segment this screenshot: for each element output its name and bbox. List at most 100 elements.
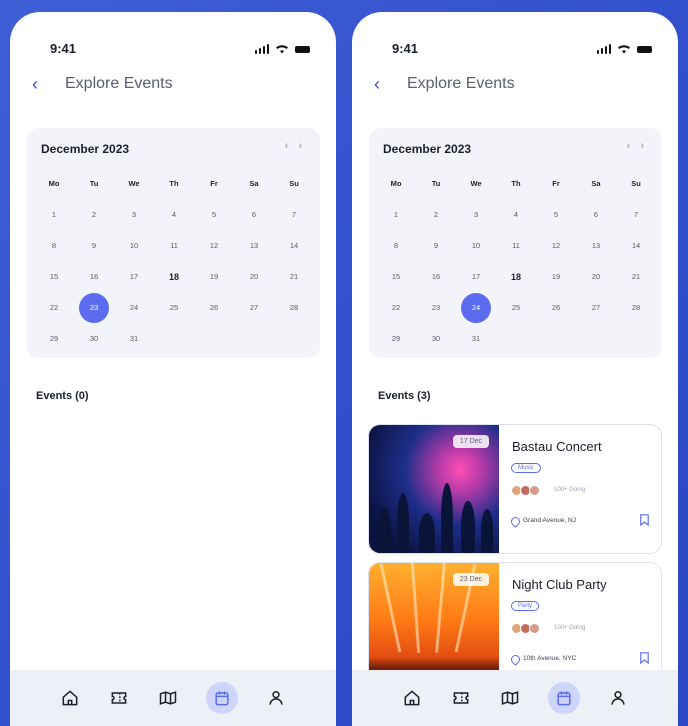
calendar-day[interactable]: 11 — [154, 230, 194, 261]
calendar-day[interactable]: 17 — [456, 261, 496, 292]
calendar-day[interactable]: 15 — [376, 261, 416, 292]
calendar-nav: ‹ › — [285, 140, 302, 152]
calendar-day[interactable]: 26 — [194, 292, 234, 323]
calendar-day[interactable]: 16 — [74, 261, 114, 292]
calendar-day[interactable]: 9 — [416, 230, 456, 261]
calendar-day[interactable]: 2 — [74, 199, 114, 230]
calendar-day[interactable]: 3 — [114, 199, 154, 230]
events-heading: Events (3) — [378, 390, 431, 402]
status-bar: 9:41 — [10, 41, 336, 59]
calendar-day[interactable]: 1 — [376, 199, 416, 230]
calendar-day[interactable]: 10 — [456, 230, 496, 261]
calendar-day[interactable]: 14 — [616, 230, 656, 261]
calendar-weekday: Th — [511, 179, 521, 188]
calendar-day[interactable]: 31 — [456, 323, 496, 354]
calendar-day[interactable]: 7 — [274, 199, 314, 230]
calendar-day-selected[interactable]: 24 — [456, 292, 496, 323]
calendar-day[interactable]: 13 — [234, 230, 274, 261]
calendar-day[interactable]: 6 — [234, 199, 274, 230]
calendar: December 2023 ‹ › Mo Tu We Th Fr Sa Su 1 2 3 4 5 6 7 8… — [369, 128, 662, 358]
calendar-day[interactable]: 6 — [576, 199, 616, 230]
calendar-day[interactable]: 20 — [576, 261, 616, 292]
calendar-day[interactable]: 30 — [74, 323, 114, 354]
calendar-day[interactable]: 27 — [576, 292, 616, 323]
event-card[interactable]: 17 Dec Bastau Concert Music 100+ Going G… — [368, 424, 662, 554]
tab-map[interactable] — [499, 687, 521, 709]
calendar-day[interactable]: 8 — [34, 230, 74, 261]
map-icon — [159, 691, 177, 705]
calendar-day[interactable]: 25 — [154, 292, 194, 323]
calendar-weekday: Tu — [431, 179, 441, 188]
phone-screen-left: 9:41 ‹ Explore Events December 2023 ‹ › … — [10, 12, 336, 726]
event-tag: Party — [511, 601, 540, 611]
calendar-day[interactable]: 12 — [536, 230, 576, 261]
tab-calendar[interactable] — [547, 682, 580, 714]
page-title: Explore Events — [407, 75, 515, 92]
calendar-day[interactable]: 20 — [234, 261, 274, 292]
next-month-icon[interactable]: › — [298, 140, 302, 152]
calendar-day[interactable]: 5 — [536, 199, 576, 230]
attendee-avatars — [511, 485, 540, 496]
tab-calendar[interactable] — [205, 682, 238, 714]
calendar-day[interactable]: 7 — [616, 199, 656, 230]
calendar-day[interactable]: 10 — [114, 230, 154, 261]
calendar-day[interactable]: 18 — [496, 261, 536, 292]
tab-home[interactable] — [401, 687, 423, 709]
calendar-day[interactable]: 26 — [536, 292, 576, 323]
tab-tickets[interactable] — [450, 687, 472, 709]
tab-home[interactable] — [59, 687, 81, 709]
calendar-day[interactable]: 14 — [274, 230, 314, 261]
calendar-day[interactable]: 16 — [416, 261, 456, 292]
calendar-day[interactable]: 1 — [34, 199, 74, 230]
calendar-day[interactable]: 5 — [194, 199, 234, 230]
back-arrow-icon[interactable]: ‹ — [32, 72, 38, 96]
calendar-day[interactable]: 19 — [194, 261, 234, 292]
calendar-day[interactable]: 15 — [34, 261, 74, 292]
calendar-day[interactable]: 17 — [114, 261, 154, 292]
tab-profile[interactable] — [265, 687, 287, 709]
prev-month-icon[interactable]: ‹ — [627, 140, 631, 152]
calendar-day[interactable]: 19 — [536, 261, 576, 292]
calendar-day[interactable]: 28 — [616, 292, 656, 323]
calendar-day[interactable]: 30 — [416, 323, 456, 354]
tab-map[interactable] — [157, 687, 179, 709]
calendar-day-selected[interactable]: 23 — [74, 292, 114, 323]
calendar-day[interactable]: 23 — [416, 292, 456, 323]
event-image: 17 Dec — [369, 425, 499, 553]
calendar-day[interactable]: 28 — [274, 292, 314, 323]
calendar-day[interactable]: 11 — [496, 230, 536, 261]
calendar-day[interactable]: 24 — [114, 292, 154, 323]
calendar-grid: Mo Tu We Th Fr Sa Su 1 2 3 4 5 6 7 8 9 10 11 12 13 14 15 16 17 1… — [34, 168, 314, 354]
bookmark-icon[interactable] — [640, 652, 649, 664]
calendar-day[interactable]: 13 — [576, 230, 616, 261]
calendar-day[interactable]: 22 — [34, 292, 74, 323]
phone-screen-right: 9:41 ‹ Explore Events December 2023 ‹ › … — [352, 12, 678, 726]
tab-tickets[interactable] — [108, 687, 130, 709]
calendar-day[interactable]: 12 — [194, 230, 234, 261]
calendar-day[interactable]: 9 — [74, 230, 114, 261]
next-month-icon[interactable]: › — [640, 140, 644, 152]
calendar-day[interactable]: 4 — [154, 199, 194, 230]
calendar-day[interactable]: 31 — [114, 323, 154, 354]
calendar-day[interactable]: 29 — [376, 323, 416, 354]
calendar-grid: Mo Tu We Th Fr Sa Su 1 2 3 4 5 6 7 8 9 10 11 12 13 14 15 16 17 1… — [376, 168, 656, 354]
profile-icon — [610, 691, 625, 705]
calendar-day[interactable]: 21 — [274, 261, 314, 292]
calendar-day[interactable]: 22 — [376, 292, 416, 323]
calendar-day[interactable]: 21 — [616, 261, 656, 292]
calendar-day[interactable]: 18 — [154, 261, 194, 292]
calendar-day[interactable]: 4 — [496, 199, 536, 230]
calendar-day[interactable]: 25 — [496, 292, 536, 323]
bookmark-icon[interactable] — [640, 514, 649, 526]
prev-month-icon[interactable]: ‹ — [285, 140, 289, 152]
calendar-day[interactable]: 29 — [34, 323, 74, 354]
back-arrow-icon[interactable]: ‹ — [374, 72, 380, 96]
calendar-day[interactable]: 27 — [234, 292, 274, 323]
attendee-avatars — [511, 623, 540, 634]
event-tag: Music — [511, 463, 541, 473]
calendar-day[interactable]: 8 — [376, 230, 416, 261]
location-pin-icon — [509, 653, 522, 666]
calendar-day[interactable]: 2 — [416, 199, 456, 230]
tab-profile[interactable] — [607, 687, 629, 709]
calendar-day[interactable]: 3 — [456, 199, 496, 230]
